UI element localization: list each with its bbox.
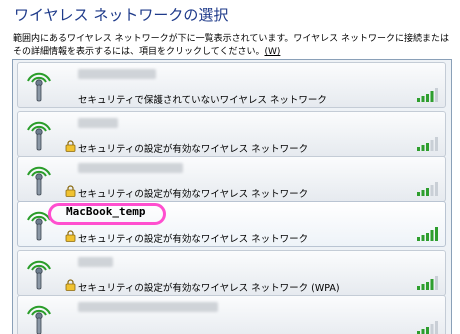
network-name: MacBook_temp (66, 205, 146, 218)
network-item-1[interactable]: xxxxxxxxxx セキュリティで保護されていないワイヤレス ネットワーク (17, 62, 446, 108)
network-item-3[interactable]: xxxxxxxxxxxxxx セキュリティの設定が有効なワイヤレス ネットワーク (17, 156, 446, 202)
signal-strength-icon (417, 137, 438, 151)
signal-strength-icon (417, 227, 438, 241)
signal-strength-icon (417, 321, 438, 334)
lock-icon (65, 185, 76, 197)
instructions-body: 範囲内にあるワイヤレス ネットワークが下に一覧表示されています。ワイヤレス ネッ… (13, 34, 450, 57)
signal-strength-icon (417, 88, 438, 102)
security-status: セキュリティの設定が有効なワイヤレス ネットワーク (78, 234, 309, 245)
instructions-text: 範囲内にあるワイヤレス ネットワークが下に一覧表示されています。ワイヤレス ネッ… (13, 33, 453, 59)
network-item-2[interactable]: xxxxxx セキュリティの設定が有効なワイヤレス ネットワーク (17, 111, 446, 157)
network-name: xxxxxxxxxxxxxxxxxxx (78, 302, 218, 312)
signal-strength-icon (417, 276, 438, 290)
accelerator-key: (W) (264, 47, 281, 57)
lock-icon (65, 140, 76, 152)
wireless-antenna-icon (27, 121, 51, 151)
signal-strength-icon (417, 182, 438, 196)
wireless-antenna-icon (27, 260, 51, 290)
lock-icon (65, 279, 76, 291)
security-status: セキュリティの設定が有効なワイヤレス ネットワーク (78, 189, 309, 200)
security-status: セキュリティで保護されていないワイヤレス ネットワーク (78, 95, 327, 106)
security-status: セキュリティの設定が有効なワイヤレス ネットワーク (78, 144, 309, 155)
network-item-6[interactable]: xxxxxxxxxxxxxxxxxxx (17, 295, 446, 334)
wireless-antenna-icon (27, 211, 51, 241)
network-name: xxxxxx (78, 118, 118, 128)
wireless-antenna-icon (27, 305, 51, 334)
security-status: セキュリティの設定が有効なワイヤレス ネットワーク (WPA) (78, 283, 340, 294)
network-item-5[interactable]: xxxxx セキュリティの設定が有効なワイヤレス ネットワーク (WPA) (17, 250, 446, 296)
page-title: ワイヤレス ネットワークの選択 (14, 6, 229, 24)
network-name: xxxxx (78, 257, 113, 267)
network-item-4[interactable]: MacBook_temp セキュリティの設定が有効なワイヤレス ネットワーク (17, 201, 446, 247)
network-list[interactable]: xxxxxxxxxx セキュリティで保護されていないワイヤレス ネットワーク x… (12, 59, 452, 334)
wireless-antenna-icon (27, 166, 51, 196)
network-name: xxxxxxxxxxxxxx (78, 163, 183, 173)
lock-icon (65, 230, 76, 242)
network-name: xxxxxxxxxx (78, 69, 156, 79)
wireless-antenna-icon (27, 72, 51, 102)
